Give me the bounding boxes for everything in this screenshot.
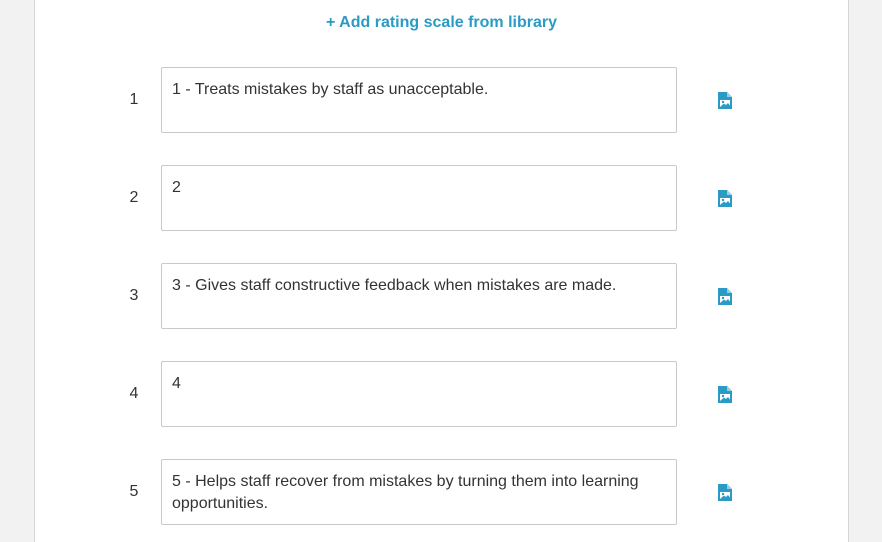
add-rating-scale-link[interactable]: + Add rating scale from library (35, 14, 848, 32)
rating-row-number: 3 (129, 287, 139, 304)
rating-row: 4 4 (35, 361, 848, 427)
rating-text-field[interactable]: 3 - Gives staff constructive feedback wh… (161, 263, 677, 329)
image-file-icon[interactable] (717, 386, 733, 404)
rating-text-field[interactable]: 4 (161, 361, 677, 427)
rating-row: 3 3 - Gives staff constructive feedback … (35, 263, 848, 329)
rating-row-number: 5 (129, 483, 139, 500)
rating-row-number: 1 (129, 91, 139, 108)
rating-row-number: 4 (129, 385, 139, 402)
rating-row: 2 2 (35, 165, 848, 231)
image-file-icon[interactable] (717, 288, 733, 306)
rating-row-number: 2 (129, 189, 139, 206)
image-file-icon[interactable] (717, 190, 733, 208)
rating-row: 1 1 - Treats mistakes by staff as unacce… (35, 67, 848, 133)
rating-text-field[interactable]: 1 - Treats mistakes by staff as unaccept… (161, 67, 677, 133)
image-file-icon[interactable] (717, 92, 733, 110)
rating-row: 5 5 - Helps staff recover from mistakes … (35, 459, 848, 525)
image-file-icon[interactable] (717, 484, 733, 502)
rating-text-field[interactable]: 2 (161, 165, 677, 231)
rating-scale-panel: + Add rating scale from library 1 1 - Tr… (34, 0, 849, 542)
rating-text-field[interactable]: 5 - Helps staff recover from mistakes by… (161, 459, 677, 525)
